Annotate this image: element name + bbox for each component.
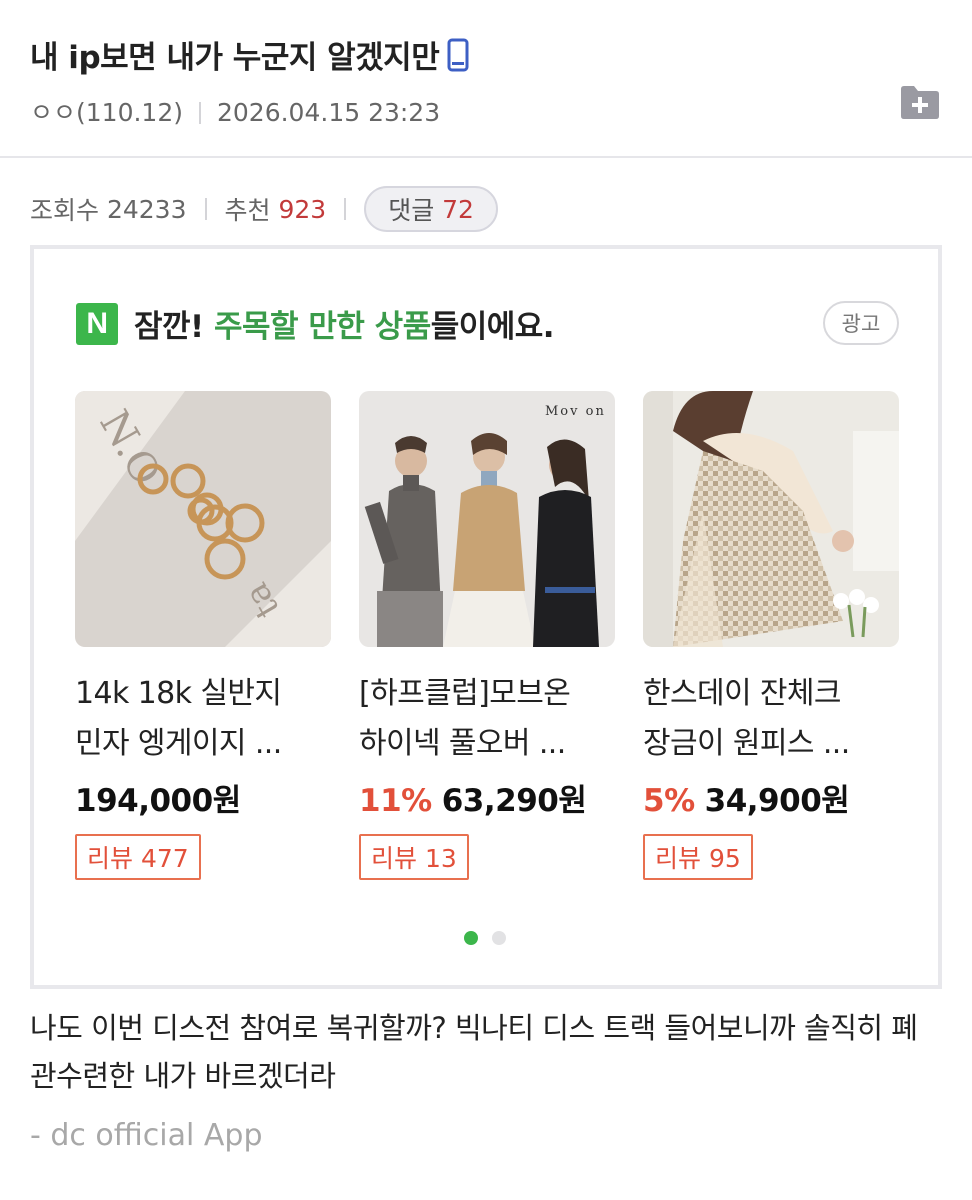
product-discount: 5%	[643, 783, 695, 819]
recommend-count: 923	[278, 194, 327, 224]
post-body: 나도 이번 디스전 참여로 복귀할까? 빅나티 디스 트랙 들어보니까 솔직히 …	[30, 1011, 918, 1093]
product-price: 5% 34,900원	[643, 775, 899, 820]
product-image[interactable]: N.O ta	[75, 391, 331, 647]
product-review-badge: 리뷰 477	[75, 834, 201, 880]
product-name-line: 민자 엥게이지 ...	[75, 726, 282, 761]
product-price-value: 194,000원	[75, 783, 241, 819]
product-name-line: 장금이 원피스 ...	[643, 726, 850, 761]
product-name-line: 14k 18k 실반지	[75, 676, 282, 711]
knitwear-photo: Mov on	[359, 391, 615, 647]
product-name[interactable]: 한스데이 잔체크 장금이 원피스 ...	[643, 669, 899, 769]
meta-divider	[198, 102, 201, 124]
post-title-text: 내 ip보면 내가 누군지 알겠지만	[30, 40, 440, 76]
post-header: 내 ip보면 내가 누군지 알겠지만 ㅇㅇ(110.12) 2026.04.15 …	[0, 0, 972, 158]
comments-button[interactable]: 댓글 72	[364, 186, 498, 232]
product-review-badge: 리뷰 13	[359, 834, 469, 880]
author-name[interactable]: ㅇㅇ(110.12)	[30, 98, 183, 127]
recommend-label: 추천	[224, 196, 271, 225]
carousel-pagination	[464, 931, 506, 945]
mobile-phone-icon	[447, 38, 469, 72]
ad-banner: N 잠깐! 주목할 만한 상품 들이에요. 광고 N.O ta 14k 18k …	[30, 245, 942, 989]
stats-divider	[344, 198, 347, 220]
product-price-value: 34,900원	[704, 783, 850, 819]
dress-photo	[643, 391, 899, 647]
ad-heading-prefix: 잠깐!	[134, 309, 204, 345]
product-image[interactable]	[643, 391, 899, 647]
product-price: 11% 63,290원	[359, 775, 615, 820]
ad-heading-suffix: 들이에요.	[430, 309, 555, 345]
carousel-dot-active[interactable]	[464, 931, 478, 945]
ad-heading-highlight: 주목할 만한 상품	[213, 309, 431, 345]
product-name-line: [하프클럽]모브온	[359, 676, 571, 711]
post-meta: ㅇㅇ(110.12) 2026.04.15 23:23	[30, 93, 440, 129]
naver-logo-icon: N	[76, 302, 118, 345]
product-image-brand: Mov on	[545, 404, 606, 419]
post-date: 2026.04.15 23:23	[216, 98, 441, 127]
product-discount: 11%	[359, 783, 432, 819]
product-card[interactable]: 한스데이 잔체크 장금이 원피스 ... 5% 34,900원 리뷰 95	[643, 391, 899, 880]
views-label: 조회수	[30, 196, 100, 225]
views-count: 24233	[106, 194, 187, 224]
post-stats: 조회수 24233 추천 923 댓글 72	[30, 186, 498, 232]
product-card[interactable]: Mov on [하프클럽]모브온 하이넥 풀오버 ... 11% 63,290원…	[359, 391, 615, 880]
stats-divider	[204, 198, 207, 220]
ad-badge[interactable]: 광고	[823, 301, 899, 345]
product-name[interactable]: 14k 18k 실반지 민자 엥게이지 ...	[75, 669, 331, 769]
product-card[interactable]: N.O ta 14k 18k 실반지 민자 엥게이지 ... 194,000원 …	[75, 391, 331, 880]
folder-add-icon[interactable]	[898, 83, 942, 121]
post-title: 내 ip보면 내가 누군지 알겠지만	[30, 32, 469, 77]
carousel-dot[interactable]	[492, 931, 506, 945]
product-price-value: 63,290원	[441, 783, 587, 819]
product-name-line: 하이넥 풀오버 ...	[359, 726, 566, 761]
product-price: 194,000원	[75, 775, 331, 820]
product-name[interactable]: [하프클럽]모브온 하이넥 풀오버 ...	[359, 669, 615, 769]
product-image[interactable]: Mov on	[359, 391, 615, 647]
comments-label: 댓글	[388, 196, 435, 225]
ad-heading: N 잠깐! 주목할 만한 상품 들이에요.	[76, 301, 555, 346]
product-review-badge: 리뷰 95	[643, 834, 753, 880]
rings-photo: N.O ta	[75, 391, 331, 647]
comments-count: 72	[442, 194, 474, 224]
product-name-line: 한스데이 잔체크	[643, 676, 842, 711]
app-signature: - dc official App	[30, 1118, 263, 1153]
